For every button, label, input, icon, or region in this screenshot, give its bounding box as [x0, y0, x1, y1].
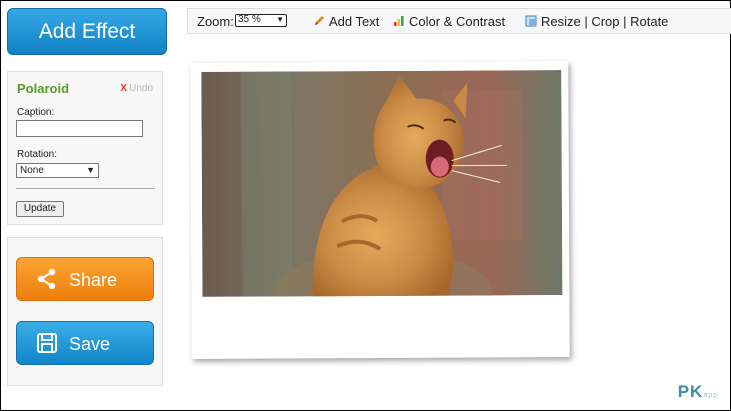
toolbar: Zoom: 35 % ▼ Add Text Color & Contrast R… [187, 8, 731, 34]
pencil-icon [315, 16, 324, 25]
rotation-value: None [20, 165, 44, 176]
zoom-label: Zoom: [197, 14, 234, 29]
divider [16, 188, 155, 189]
rotation-select[interactable]: None ▼ [16, 163, 99, 178]
color-contrast-button[interactable]: Color & Contrast [393, 14, 505, 29]
zoom-value: 35 % [238, 14, 261, 25]
add-text-label: Add Text [329, 14, 380, 29]
floppy-disk-icon [37, 333, 57, 353]
caption-label: Caption: [17, 107, 55, 118]
zoom-select[interactable]: 35 % ▼ [235, 14, 287, 27]
effect-title: Polaroid [17, 81, 70, 96]
save-label: Save [69, 334, 111, 354]
undo-link[interactable]: X Undo [120, 83, 153, 94]
watermark-brand: PK [677, 382, 704, 401]
add-effect-button[interactable]: Add Effect [7, 8, 167, 55]
undo-label: Undo [129, 83, 153, 94]
watermark-logo: PKapp [678, 382, 718, 402]
caption-input[interactable] [16, 120, 143, 137]
resize-crop-rotate-button[interactable]: Resize | Crop | Rotate [525, 14, 668, 29]
color-bars-icon [394, 16, 404, 26]
add-text-button[interactable]: Add Text [313, 14, 379, 29]
undo-x-icon: X [120, 83, 128, 94]
chevron-down-icon: ▼ [86, 165, 95, 175]
chevron-down-icon: ▼ [276, 15, 284, 24]
resize-icon [525, 15, 537, 27]
share-button[interactable]: Share [16, 257, 154, 301]
share-icon [37, 268, 56, 290]
color-contrast-label: Color & Contrast [409, 14, 506, 29]
actions-panel: Share Save [7, 237, 163, 386]
cat-photo [201, 70, 563, 297]
rotation-label: Rotation: [17, 149, 58, 160]
update-button[interactable]: Update [16, 201, 64, 217]
share-label: Share [69, 270, 118, 290]
resize-crop-rotate-label: Resize | Crop | Rotate [541, 14, 669, 29]
effect-settings-panel: Polaroid X Undo Caption: Rotation: None ▼… [7, 71, 163, 225]
watermark-sub: app [703, 392, 718, 399]
save-button[interactable]: Save [16, 321, 154, 365]
polaroid-frame [190, 61, 570, 359]
